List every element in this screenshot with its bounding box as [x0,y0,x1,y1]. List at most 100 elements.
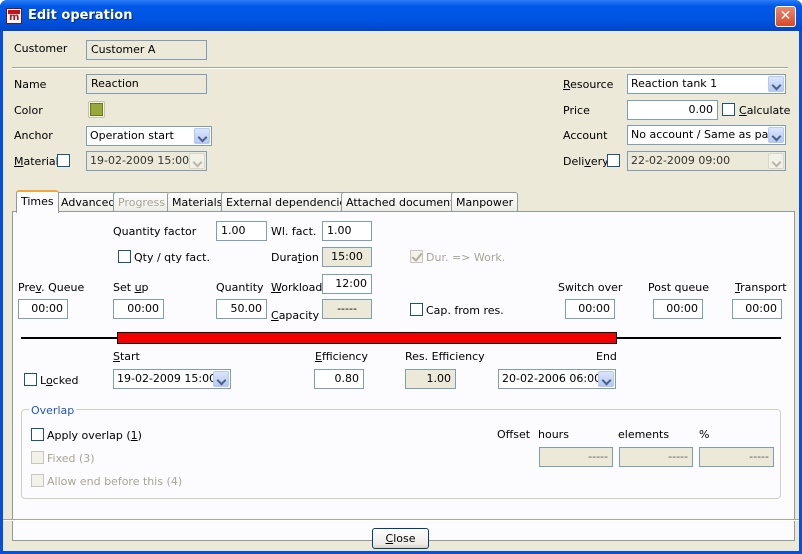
account-select[interactable]: No account / Same as par... [627,125,786,145]
fixed-checkbox [31,451,44,464]
capacity-field: ----- [322,299,372,319]
overlap-group-title: Overlap [29,404,77,417]
tab-advanced[interactable]: Advanced [56,192,121,212]
switch-over-label: Switch over [558,281,623,294]
wl-fact-field[interactable]: 1.00 [322,221,372,241]
hours-label: hours [538,428,569,441]
chevron-down-icon[interactable] [768,127,784,143]
resource-label: Resource [563,78,614,91]
quantity-field[interactable]: 50.00 [216,299,267,319]
customer-label: Customer [14,42,68,55]
cap-from-res-checkbox[interactable] [410,303,423,316]
chevron-down-icon[interactable] [768,76,784,92]
offset-hours-field: ----- [539,447,613,467]
color-picker-button[interactable] [88,101,105,118]
setup-field[interactable]: 00:00 [113,299,164,319]
transport-field[interactable]: 00:00 [732,299,782,319]
operation-duration-bar [117,332,617,344]
delivery-date-value: 22-02-2009 09:00 [631,154,731,167]
chevron-down-icon[interactable] [213,371,229,387]
separator [12,67,788,69]
close-window-button[interactable]: ✕ [775,6,796,27]
switch-over-field[interactable]: 00:00 [565,299,615,319]
name-field: Reaction [86,74,207,94]
efficiency-label: Efficiency [315,350,368,363]
start-label: Start [113,350,140,363]
transport-label: Transport [735,281,787,294]
window-title: Edit operation [28,8,133,23]
apply-overlap-label: Apply overlap (1) [47,429,142,442]
wl-fact-label: Wl. fact. [271,225,317,238]
tab-attached-documents[interactable]: Attached documents [341,192,466,212]
locked-label: Locked [40,374,79,387]
price-field[interactable]: 0.00 [627,100,718,120]
offset-elements-field: ----- [619,447,693,467]
end-label: End [596,350,617,363]
tab-manpower[interactable]: Manpower [451,192,519,212]
elements-label: elements [618,428,670,441]
workload-field[interactable]: 12:00 [322,274,372,294]
anchor-label: Anchor [14,129,53,142]
duration-field: 15:00 [322,247,372,267]
apply-overlap-checkbox[interactable] [31,428,44,441]
chevron-down-icon [768,153,784,169]
customer-field: Customer A [86,40,207,60]
color-swatch [90,103,103,116]
efficiency-field[interactable]: 0.80 [314,369,364,389]
cap-from-res-label: Cap. from res. [426,304,504,317]
duration-label: Duration [271,251,319,264]
chevron-down-icon[interactable] [598,371,614,387]
title-bar[interactable]: Edit operation ✕ [0,0,802,31]
account-value: No account / Same as par... [631,128,783,141]
anchor-value: Operation start [90,129,174,142]
prev-queue-field[interactable]: 00:00 [18,299,68,319]
edit-operation-window: Edit operation ✕ Customer Customer A Nam… [0,0,802,554]
tab-times[interactable]: Times [16,190,59,213]
offset-label: Offset [497,428,531,441]
quantity-factor-field[interactable]: 1.00 [216,221,267,241]
qty-qty-fact-label: Qty / qty fact. [134,251,210,264]
start-date-value: 19-02-2009 15:00 [117,372,217,385]
price-label: Price [563,104,590,117]
post-queue-label: Post queue [648,281,709,294]
color-label: Color [14,104,43,117]
delivery-label: Delivery [563,155,609,168]
chevron-down-icon [189,153,205,169]
start-date-select[interactable]: 19-02-2009 15:00 [113,369,231,389]
quantity-label: Quantity [216,281,264,294]
app-icon [6,8,22,24]
dialog-body: Customer Customer A Name Reaction Color … [3,31,799,551]
percent-label: % [699,428,710,441]
tab-progress: Progress [113,192,170,212]
delivery-checkbox[interactable] [607,154,620,167]
fixed-label: Fixed (3) [47,452,95,465]
resource-select[interactable]: Reaction tank 1 [627,74,786,94]
dur-work-label: Dur. => Work. [426,251,506,264]
res-efficiency-label: Res. Efficiency [405,350,485,363]
tab-materials[interactable]: Materials [167,192,228,212]
close-button[interactable]: Close [372,528,429,549]
material-date-select: 19-02-2009 15:00 [86,151,207,171]
resource-value: Reaction tank 1 [631,77,718,90]
offset-percent-field: ----- [699,447,774,467]
qty-qty-fact-checkbox[interactable] [118,250,131,263]
allow-end-checkbox [31,474,44,487]
footer-separator [3,519,799,521]
tab-external-dependencies[interactable]: External dependencies [221,192,357,212]
res-efficiency-field: 1.00 [405,369,456,389]
account-label: Account [563,129,608,142]
allow-end-label: Allow end before this (4) [47,475,183,488]
anchor-select[interactable]: Operation start [86,126,212,146]
material-checkbox[interactable] [57,154,70,167]
name-label: Name [14,78,47,91]
calculate-label: Calculate [739,104,791,117]
end-date-select[interactable]: 20-02-2006 06:00 [498,369,616,389]
calculate-checkbox[interactable] [722,103,735,116]
material-date-value: 19-02-2009 15:00 [90,154,190,167]
material-label: Material [14,155,59,168]
post-queue-field[interactable]: 00:00 [653,299,703,319]
chevron-down-icon[interactable] [194,128,210,144]
locked-checkbox[interactable] [24,373,37,386]
capacity-label: Capacity [271,309,320,322]
setup-label: Set up [113,281,149,294]
